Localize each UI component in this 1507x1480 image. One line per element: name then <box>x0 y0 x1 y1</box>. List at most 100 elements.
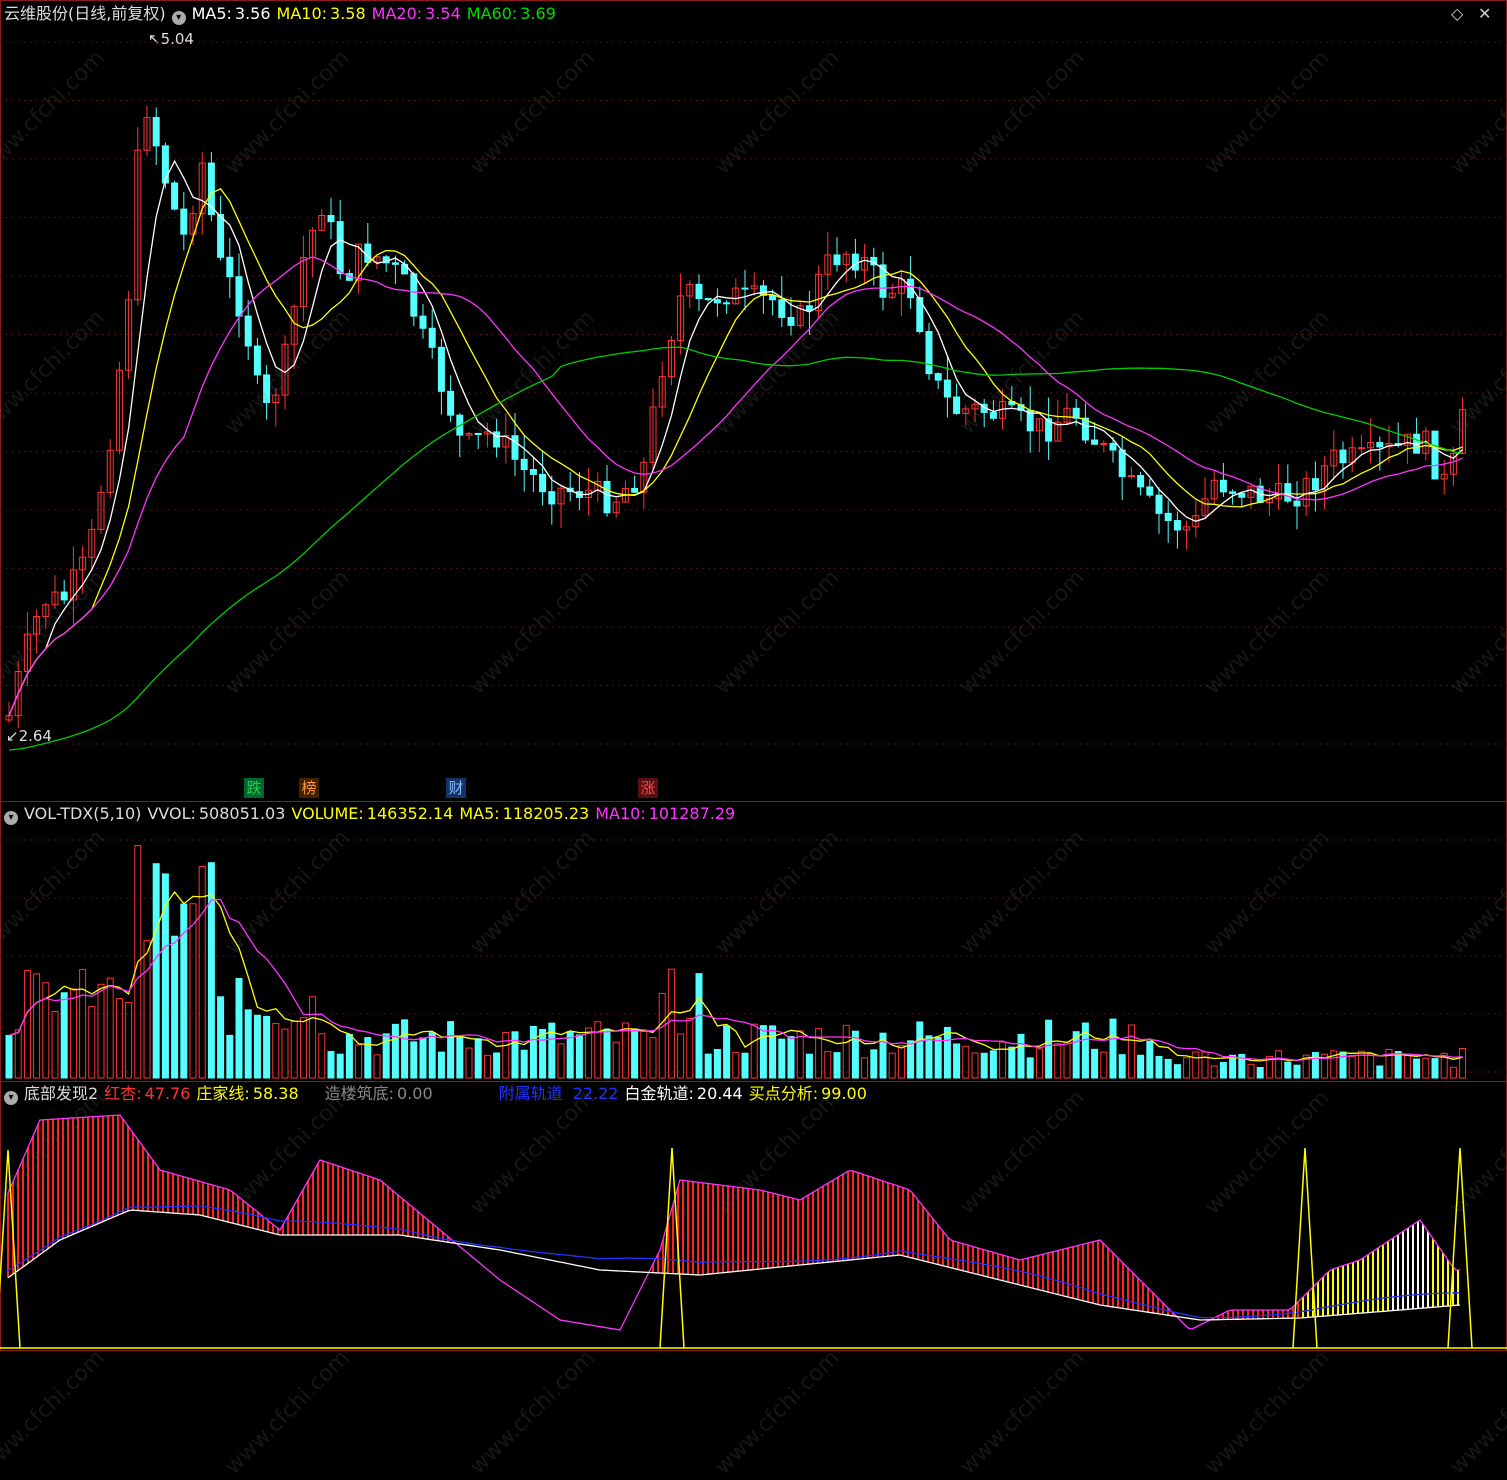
volume-bar <box>1127 1024 1135 1079</box>
volume-bar <box>253 1014 261 1079</box>
ma5-line <box>8 159 1464 716</box>
volume-bar <box>1183 1057 1191 1079</box>
volume-bar <box>759 1025 767 1079</box>
candle-body <box>235 276 243 317</box>
candle-body <box>364 243 372 263</box>
candle-body <box>603 480 611 514</box>
candle-body <box>1293 500 1301 507</box>
volume-bar <box>778 1038 786 1079</box>
volume-bar <box>355 1044 363 1079</box>
volume-bar <box>189 903 197 1079</box>
volume-bar <box>732 1052 740 1079</box>
candle-body <box>529 469 537 475</box>
volume-bar <box>1035 1048 1043 1079</box>
candle-body <box>327 214 335 223</box>
volume-bar <box>226 1034 234 1079</box>
candle-body <box>1109 442 1117 451</box>
volume-bar <box>704 1053 712 1079</box>
volume-bar <box>962 1045 970 1079</box>
volume-bar <box>493 1052 501 1079</box>
volume-bar <box>23 970 31 1079</box>
candle-body <box>539 473 547 493</box>
volume-bar <box>796 1030 804 1079</box>
volume-bar <box>557 1043 565 1079</box>
volume-bar <box>1155 1055 1163 1079</box>
volume-bar <box>79 969 87 1079</box>
candle-body <box>152 117 160 147</box>
candle-body <box>1081 417 1089 441</box>
volume-bar <box>5 1034 13 1079</box>
ma60-line <box>8 346 1463 751</box>
volume-bar <box>631 1028 639 1079</box>
volume-bar <box>713 1049 721 1079</box>
volume-bar <box>511 1031 519 1079</box>
candle-body <box>695 283 703 300</box>
watermark-text: www.cfchi.com <box>955 1345 1090 1480</box>
volume-bar <box>723 1025 731 1079</box>
volume-bar <box>897 1045 905 1079</box>
volume-bar <box>925 1035 933 1079</box>
candle-body <box>953 396 961 414</box>
volume-bar <box>907 1040 915 1079</box>
volume-bar <box>769 1025 777 1079</box>
volume-bar <box>263 1015 271 1079</box>
volume-bar <box>1413 1058 1421 1079</box>
volume-bar <box>1422 1057 1430 1079</box>
candle-body <box>548 491 556 505</box>
volume-bar <box>69 988 77 1079</box>
volume-bar <box>1284 1061 1292 1079</box>
volume-bar <box>391 1023 399 1079</box>
volume-bar <box>299 1017 307 1079</box>
volume-bar <box>97 983 105 1079</box>
candle-body <box>1164 512 1172 522</box>
volume-bar <box>14 1029 22 1079</box>
candle-body <box>1431 430 1439 480</box>
volume-bar <box>410 1041 418 1079</box>
volume-bar <box>953 1043 961 1079</box>
volume-bar <box>861 1057 869 1079</box>
volume-bar <box>244 1009 252 1079</box>
volume-bar <box>1376 1065 1384 1079</box>
candle-body <box>419 315 427 329</box>
volume-bar <box>428 1032 436 1079</box>
volume-bar <box>345 1033 353 1079</box>
candle-body <box>1155 494 1163 514</box>
candle-body <box>161 145 169 184</box>
volume-bar <box>667 968 675 1079</box>
volume-bar <box>548 1022 556 1079</box>
candle-body <box>833 254 841 266</box>
candle-body <box>1100 442 1108 445</box>
candle-body <box>520 458 528 471</box>
candle-body <box>778 299 786 318</box>
candle-body <box>943 379 951 398</box>
volume-bar <box>1201 1051 1209 1079</box>
volume-bar <box>318 1033 326 1079</box>
volume-bar <box>309 996 317 1079</box>
candle-body <box>410 273 418 317</box>
candle-body <box>1173 520 1181 531</box>
candle-body <box>925 331 933 375</box>
volume-bar <box>1137 1054 1145 1079</box>
volume-bar <box>833 1052 841 1079</box>
volume-bar <box>235 978 243 1079</box>
volume-bar <box>787 1036 795 1079</box>
volume-bar <box>575 1034 583 1079</box>
chart-canvas[interactable] <box>0 0 1507 1351</box>
volume-bar <box>447 1021 455 1079</box>
volume-bar <box>842 1024 850 1079</box>
volume-bar <box>677 1033 685 1079</box>
volume-bar <box>327 1051 335 1079</box>
candle-body <box>704 298 712 301</box>
volume-bar <box>888 1052 896 1079</box>
volume-bar <box>1146 1040 1154 1079</box>
volume-bar <box>1449 1066 1457 1079</box>
volume-bar <box>272 1022 280 1079</box>
volume-bar <box>824 1051 832 1079</box>
candle-body <box>713 299 721 304</box>
volume-bar <box>1275 1050 1283 1079</box>
volume-bar <box>520 1049 528 1079</box>
candle-body <box>217 214 225 258</box>
volume-bar <box>612 1041 620 1079</box>
volume-bar <box>419 1037 427 1079</box>
candle-body <box>511 435 519 460</box>
